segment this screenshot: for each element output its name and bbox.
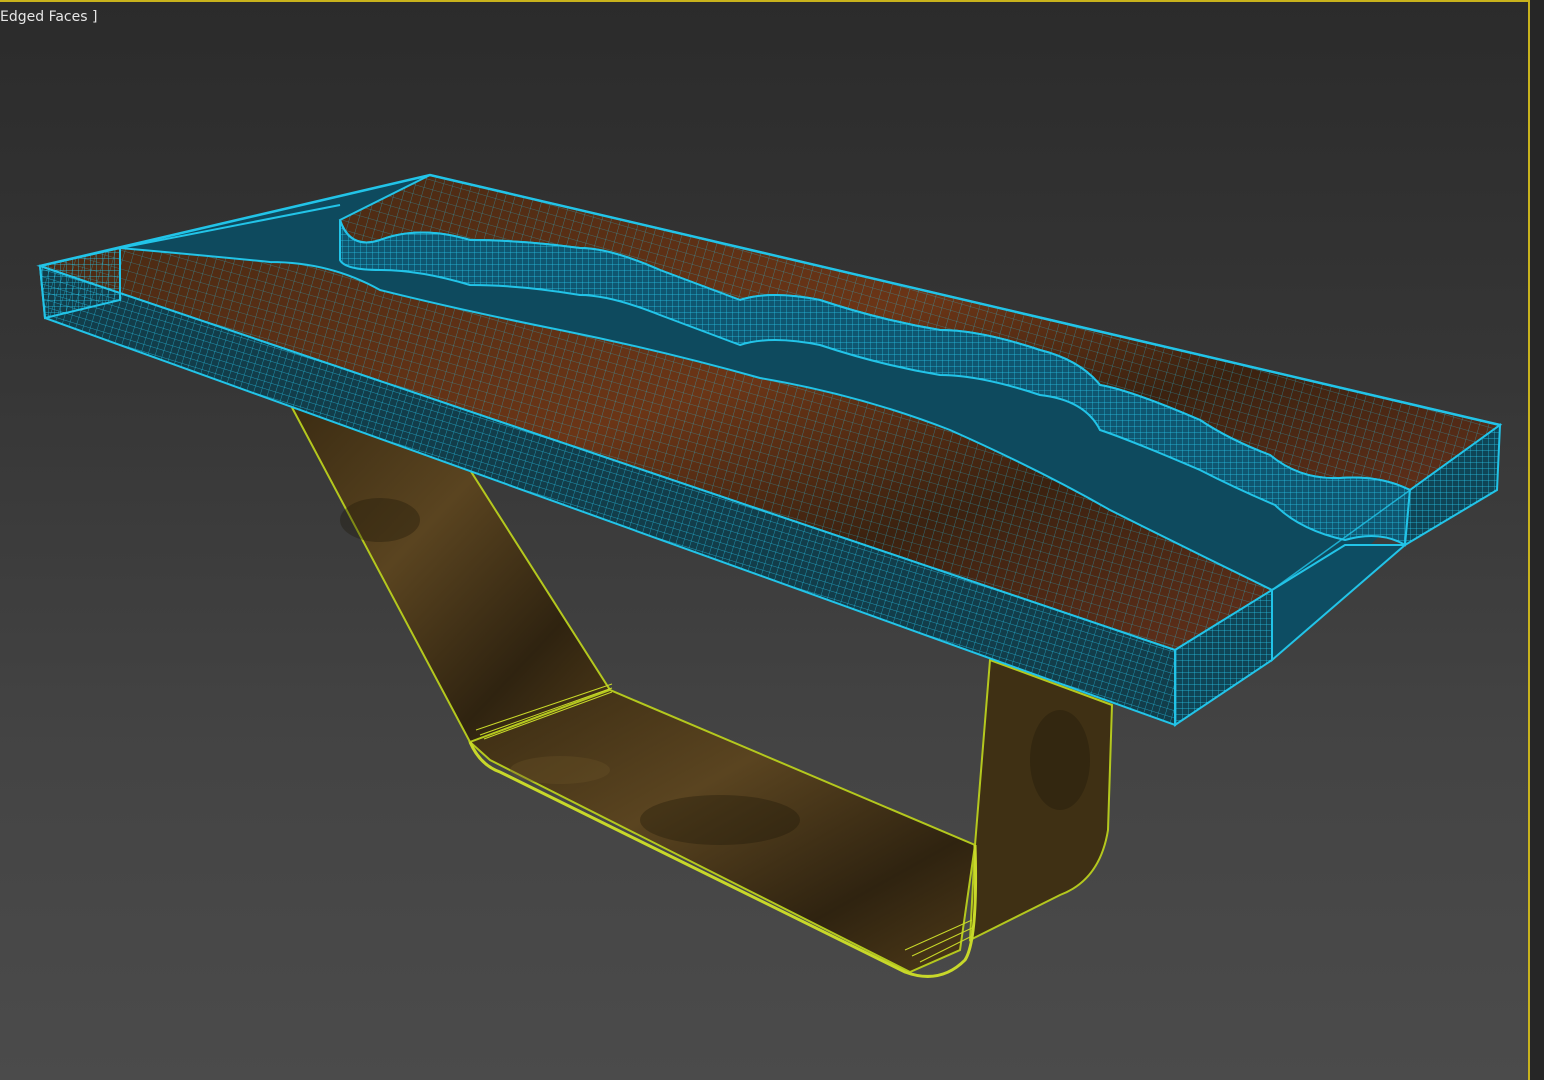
viewport-edge-strip <box>1530 0 1544 1080</box>
table-top[interactable] <box>36 173 1503 727</box>
leg-upright-plate <box>968 658 1114 942</box>
perspective-viewport[interactable]: Edged Faces ] <box>0 0 1544 1080</box>
scene-canvas[interactable] <box>0 0 1530 1080</box>
viewport-shading-label[interactable]: Edged Faces ] <box>0 9 97 25</box>
